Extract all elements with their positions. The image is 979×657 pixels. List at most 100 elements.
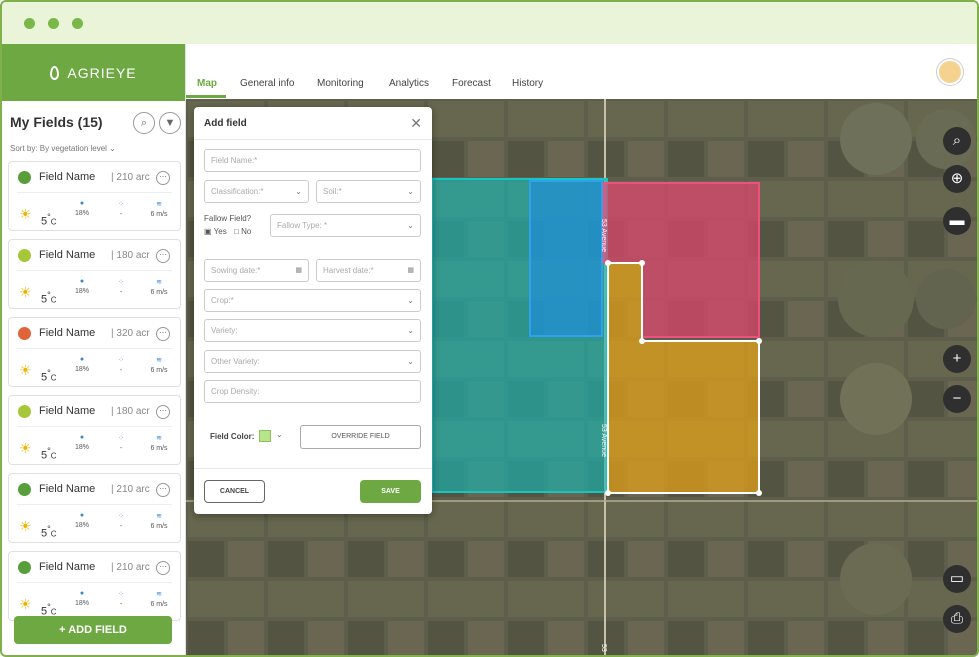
app-window: AGRIEYE My Fields (15) ⌕ ▼ Sort by: By v…	[0, 0, 979, 657]
rain-stat: ⁘ -	[101, 590, 141, 608]
partly-sunny-icon: ☀	[19, 206, 32, 222]
chevron-down-icon: ⌄	[407, 326, 414, 335]
print-button[interactable]: ⎙	[943, 605, 971, 633]
vertex-handle[interactable]	[639, 260, 645, 266]
sowing-date-input[interactable]: Sowing date:* ▦	[204, 259, 309, 282]
rain-stat: ⁘ -	[101, 200, 141, 218]
card-divider	[17, 426, 172, 427]
road-label: 53 Avenue	[600, 219, 607, 252]
tab-history[interactable]: History	[512, 78, 543, 89]
humidity-value: 18%	[74, 288, 89, 295]
tab-map[interactable]: Map	[197, 78, 217, 89]
divider	[194, 139, 432, 140]
window-dot-maximize[interactable]	[72, 18, 83, 29]
soil-select[interactable]: Soil:* ⌄	[316, 180, 421, 203]
divider	[194, 468, 432, 469]
partly-sunny-icon: ☀	[19, 440, 32, 456]
temperature: 5°C	[41, 212, 57, 228]
more-options-icon[interactable]: ⋯	[156, 561, 170, 575]
window-dot-close[interactable]	[24, 18, 35, 29]
search-icon: ⌕	[140, 116, 148, 129]
wind-icon: ≋	[156, 591, 162, 598]
humidity-value: 18%	[74, 600, 89, 607]
field-status-icon	[18, 249, 31, 262]
variety-select[interactable]: Variety: ⌄	[204, 319, 421, 342]
droplet-icon: ●	[79, 278, 85, 285]
tab-monitoring[interactable]: Monitoring	[317, 78, 364, 89]
more-options-icon[interactable]: ⋯	[156, 249, 170, 263]
field-card[interactable]: Field Name | 210 arc ⋯ ☀ 5°C ● 18% ⁘ - ≋ 6 m/s	[8, 161, 181, 231]
window-dot-minimize[interactable]	[48, 18, 59, 29]
brand-logo[interactable]: AGRIEYE	[2, 44, 185, 101]
vertex-handle[interactable]	[605, 260, 611, 266]
measure-button[interactable]: ▭	[943, 565, 971, 593]
dialog-title: Add field	[204, 118, 247, 129]
field-name: Field Name	[39, 249, 96, 261]
field-name-input[interactable]: Field Name:*	[204, 149, 421, 172]
field-card[interactable]: Field Name | 180 acr ⋯ ☀ 5°C ● 18% ⁘ - ≋ 6 m/s	[8, 395, 181, 465]
wind-stat: ≋ 6 m/s	[139, 512, 179, 530]
color-chevron-down-icon[interactable]: ⌄	[276, 430, 283, 439]
temperature: 5°C	[41, 290, 57, 306]
classification-select[interactable]: Classification:* ⌄	[204, 180, 309, 203]
more-options-icon[interactable]: ⋯	[156, 171, 170, 185]
crop-select[interactable]: Crop:* ⌄	[204, 289, 421, 312]
top-nav: Map General info Monitoring Analytics Foreca…	[186, 44, 977, 99]
field-name: Field Name	[39, 171, 96, 183]
vertex-handle[interactable]	[639, 338, 645, 344]
rain-value: -	[119, 601, 123, 608]
rain-value: -	[119, 211, 123, 218]
vertex-handle[interactable]	[756, 338, 762, 344]
map-search-button[interactable]: ⌕	[943, 127, 971, 155]
field-color-swatch[interactable]	[259, 430, 271, 442]
humidity-stat: ● 18%	[62, 512, 102, 529]
locate-button[interactable]: ⊕	[943, 165, 971, 193]
field-card[interactable]: Field Name | 180 acr ⋯ ☀ 5°C ● 18% ⁘ - ≋ 6 m/s	[8, 239, 181, 309]
cancel-button[interactable]: CANCEL	[204, 480, 265, 503]
vertex-handle[interactable]	[756, 490, 762, 496]
chevron-down-icon: ⌄	[407, 296, 414, 305]
field-card[interactable]: Field Name | 210 arc ⋯ ☀ 5°C ● 18% ⁘ - ≋ 6 m/s	[8, 551, 181, 621]
sort-dropdown[interactable]: Sort by: By vegetation level ⌄	[10, 144, 116, 153]
more-options-icon[interactable]: ⋯	[156, 483, 170, 497]
zoom-out-button[interactable]: −	[943, 385, 971, 413]
other-variety-select[interactable]: Other Variety: ⌄	[204, 350, 421, 373]
user-avatar[interactable]	[937, 59, 963, 85]
more-options-icon[interactable]: ⋯	[156, 405, 170, 419]
tab-general-info[interactable]: General info	[240, 78, 294, 89]
droplet-icon: ●	[79, 356, 85, 363]
filter-fields-button[interactable]: ▼	[159, 112, 181, 134]
override-field-button[interactable]: OVERRIDE FIELD	[300, 425, 421, 449]
droplet-icon: ●	[79, 512, 85, 519]
zoom-in-button[interactable]: +	[943, 345, 971, 373]
rain-icon: ⁘	[118, 513, 124, 520]
rain-stat: ⁘ -	[101, 356, 141, 374]
wind-stat: ≋ 6 m/s	[139, 590, 179, 608]
save-button[interactable]: SAVE	[360, 480, 421, 503]
vertex-handle[interactable]	[605, 490, 611, 496]
field-area: | 210 arc	[111, 562, 150, 573]
placeholder: Field Name:*	[211, 156, 258, 165]
add-field-button[interactable]: + ADD FIELD	[14, 616, 172, 644]
more-options-icon[interactable]: ⋯	[156, 327, 170, 341]
layers-button[interactable]: ▬	[943, 207, 971, 235]
close-icon[interactable]: ✕	[410, 115, 422, 132]
humidity-value: 18%	[74, 366, 89, 373]
rain-value: -	[119, 445, 123, 452]
temperature: 5°C	[41, 368, 57, 384]
tab-forecast[interactable]: Forecast	[452, 78, 491, 89]
field-card[interactable]: Field Name | 210 arc ⋯ ☀ 5°C ● 18% ⁘ - ≋ 6 m/s	[8, 473, 181, 543]
placeholder: Crop Density:	[211, 387, 260, 396]
field-polygon-blue[interactable]	[529, 180, 603, 337]
humidity-stat: ● 18%	[62, 434, 102, 451]
rain-icon: ⁘	[118, 357, 124, 364]
field-card[interactable]: Field Name | 320 acr ⋯ ☀ 5°C ● 18% ⁘ - ≋ 6 m/s	[8, 317, 181, 387]
pivot-circle	[916, 269, 976, 329]
search-fields-button[interactable]: ⌕	[133, 112, 155, 134]
harvest-date-input[interactable]: Harvest date:* ▦	[316, 259, 421, 282]
tab-analytics[interactable]: Analytics	[389, 78, 429, 89]
fallow-no-radio[interactable]: □ No	[234, 227, 251, 236]
crop-density-input[interactable]: Crop Density:	[204, 380, 421, 403]
fallow-type-select[interactable]: Fallow Type: * ⌄	[270, 214, 421, 237]
fallow-yes-radio[interactable]: ▣ Yes	[204, 227, 227, 236]
